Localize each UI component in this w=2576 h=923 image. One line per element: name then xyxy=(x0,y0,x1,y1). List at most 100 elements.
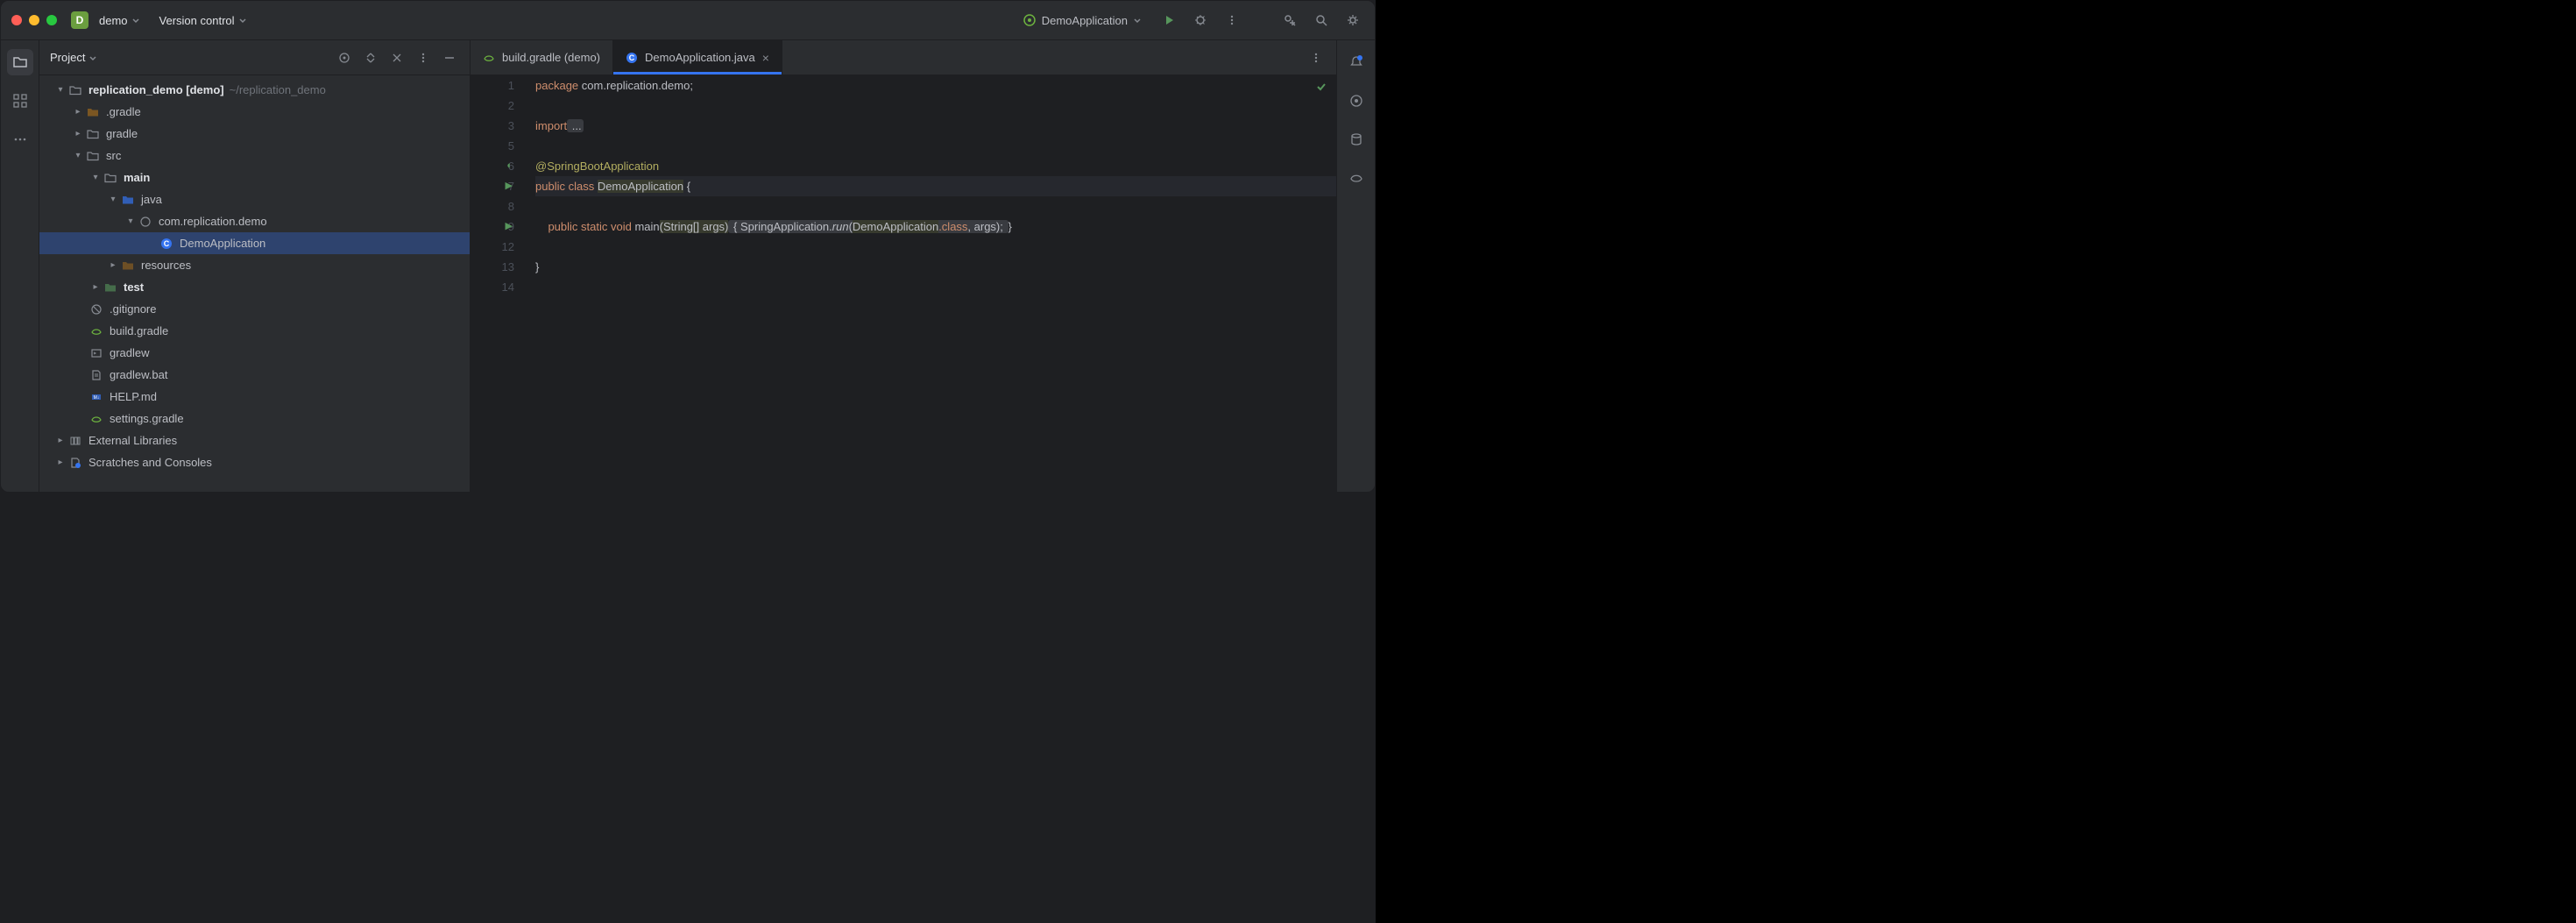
svg-text:C: C xyxy=(164,239,170,248)
project-tool-button[interactable] xyxy=(7,49,33,75)
chevron-down-icon[interactable] xyxy=(71,151,85,160)
chevron-right-icon[interactable] xyxy=(71,129,85,138)
ai-assistant-button[interactable] xyxy=(1343,88,1369,114)
tree-class-demoapplication[interactable]: C DemoApplication xyxy=(39,232,470,254)
more-tools-button[interactable] xyxy=(7,126,33,153)
chevron-right-icon[interactable] xyxy=(88,282,103,292)
code-with-me-button[interactable] xyxy=(1278,9,1301,32)
chevron-right-icon[interactable] xyxy=(53,458,67,467)
package-icon xyxy=(138,216,153,228)
chevron-right-icon[interactable] xyxy=(106,260,120,270)
tree-scratches[interactable]: Scratches and Consoles xyxy=(39,451,470,473)
vcs-label: Version control xyxy=(159,14,235,27)
folder-icon xyxy=(85,106,101,118)
tree-file-help-md[interactable]: M↓ HELP.md xyxy=(39,386,470,408)
fold-region[interactable]: ... xyxy=(567,119,583,132)
folder-icon xyxy=(67,84,83,96)
tree-folder-resources[interactable]: resources xyxy=(39,254,470,276)
right-tool-rail xyxy=(1336,40,1375,492)
notifications-button[interactable] xyxy=(1343,49,1369,75)
source-folder-icon xyxy=(120,194,136,206)
chevron-right-icon[interactable] xyxy=(53,436,67,445)
tree-file-build-gradle[interactable]: build.gradle xyxy=(39,320,470,342)
window-controls xyxy=(11,15,57,25)
debug-button[interactable] xyxy=(1189,9,1212,32)
panel-options-icon[interactable] xyxy=(414,48,433,67)
hide-panel-icon[interactable] xyxy=(440,48,459,67)
panel-title[interactable]: Project xyxy=(50,51,97,64)
settings-button[interactable] xyxy=(1341,9,1364,32)
tree-folder-gradle[interactable]: gradle xyxy=(39,123,470,145)
chevron-down-icon[interactable] xyxy=(88,173,103,182)
run-gutter-icon[interactable]: ◐ xyxy=(506,156,513,176)
run-config-selector[interactable]: DemoApplication xyxy=(1016,10,1149,31)
code-content[interactable]: package com.replication.demo; import ...… xyxy=(532,75,1336,492)
gradle-tool-button[interactable] xyxy=(1343,165,1369,191)
gutter: 1 2 3 5 6◐ 7▶ 8 9▶ 12 13 14 xyxy=(471,75,532,492)
gradle-icon xyxy=(88,325,104,337)
spring-icon xyxy=(1023,13,1037,27)
database-button[interactable] xyxy=(1343,126,1369,153)
tree-folder-gradle-hidden[interactable]: .gradle xyxy=(39,101,470,123)
project-name: demo xyxy=(99,14,128,27)
editor-area: build.gradle (demo) C DemoApplication.ja… xyxy=(471,40,1336,492)
project-tree[interactable]: replication_demo [demo] ~/replication_de… xyxy=(39,75,470,492)
code-editor[interactable]: 1 2 3 5 6◐ 7▶ 8 9▶ 12 13 14 package com.… xyxy=(471,75,1336,492)
minimize-window-icon[interactable] xyxy=(29,15,39,25)
gradle-icon xyxy=(483,52,495,64)
search-button[interactable] xyxy=(1310,9,1333,32)
folder-icon xyxy=(85,128,101,140)
tree-folder-java[interactable]: java xyxy=(39,188,470,210)
chevron-down-icon[interactable] xyxy=(106,195,120,204)
chevron-down-icon[interactable] xyxy=(124,217,138,226)
folder-icon xyxy=(85,150,101,162)
tree-folder-src[interactable]: src xyxy=(39,145,470,167)
tree-package[interactable]: com.replication.demo xyxy=(39,210,470,232)
tree-file-settings-gradle[interactable]: settings.gradle xyxy=(39,408,470,430)
titlebar: D demo Version control DemoApplication xyxy=(1,1,1375,40)
close-window-icon[interactable] xyxy=(11,15,22,25)
tab-options-icon[interactable] xyxy=(1305,46,1327,69)
project-selector[interactable]: demo xyxy=(94,11,145,31)
tree-root[interactable]: replication_demo [demo] ~/replication_de… xyxy=(39,79,470,101)
run-button[interactable] xyxy=(1157,9,1180,32)
blank-area xyxy=(1376,0,2576,923)
more-actions-button[interactable] xyxy=(1221,9,1243,32)
structure-tool-button[interactable] xyxy=(7,88,33,114)
library-icon xyxy=(67,435,83,447)
maximize-window-icon[interactable] xyxy=(46,15,57,25)
chevron-down-icon[interactable] xyxy=(53,85,67,95)
run-gutter-icon[interactable]: ▶ xyxy=(506,176,513,196)
folder-icon xyxy=(103,172,118,184)
tab-build-gradle[interactable]: build.gradle (demo) xyxy=(471,40,613,75)
gradle-icon xyxy=(88,413,104,425)
tree-folder-test[interactable]: test xyxy=(39,276,470,298)
run-gutter-icon[interactable]: ▶ xyxy=(506,217,513,237)
scratches-icon xyxy=(67,457,83,469)
project-badge: D xyxy=(71,11,88,29)
tree-file-gradlew[interactable]: gradlew xyxy=(39,342,470,364)
vcs-selector[interactable]: Version control xyxy=(154,11,252,31)
text-file-icon xyxy=(88,369,104,381)
gitignore-icon xyxy=(88,303,104,316)
markdown-icon: M↓ xyxy=(88,391,104,403)
class-icon: C xyxy=(159,238,174,250)
collapse-all-icon[interactable] xyxy=(387,48,407,67)
run-config-name: DemoApplication xyxy=(1042,14,1128,27)
tree-file-gradlew-bat[interactable]: gradlew.bat xyxy=(39,364,470,386)
tree-file-gitignore[interactable]: .gitignore xyxy=(39,298,470,320)
test-folder-icon xyxy=(103,281,118,294)
close-tab-icon[interactable]: × xyxy=(762,51,769,65)
chevron-right-icon[interactable] xyxy=(71,107,85,117)
class-icon: C xyxy=(626,52,638,64)
shell-icon xyxy=(88,347,104,359)
svg-text:M↓: M↓ xyxy=(94,395,100,401)
tree-external-libraries[interactable]: External Libraries xyxy=(39,430,470,451)
select-opened-file-icon[interactable] xyxy=(335,48,354,67)
tree-folder-main[interactable]: main xyxy=(39,167,470,188)
expand-all-icon[interactable] xyxy=(361,48,380,67)
tab-demoapplication[interactable]: C DemoApplication.java × xyxy=(613,40,782,75)
svg-text:C: C xyxy=(629,53,635,62)
left-tool-rail xyxy=(1,40,39,492)
editor-tabs: build.gradle (demo) C DemoApplication.ja… xyxy=(471,40,1336,75)
